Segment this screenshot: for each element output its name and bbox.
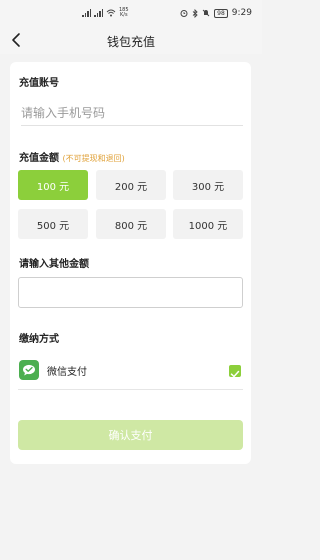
alarm-icon [180,10,188,17]
nav-bar: 钱包充值 [0,28,262,54]
amount-option-800[interactable]: 800 元 [96,209,166,239]
sim-signal-icon [94,9,103,17]
wifi-icon [106,9,116,17]
account-section-title: 充值账号 [19,78,59,89]
wechat-glyph-icon [23,364,35,376]
amount-title: 充值金额 [19,153,59,164]
wechat-pay-checkbox[interactable] [229,365,241,378]
status-right: 98 9:29 [180,8,252,18]
sim-signal-icon [82,9,91,17]
phone-number-input[interactable] [21,100,243,126]
wechat-pay-icon [19,360,39,380]
checkmark-icon [230,370,240,378]
wechat-pay-label: 微信支付 [47,367,87,378]
recharge-card: 充值账号 充值金额 (不可提现和退回) 100 元 200 元 300 元 50… [10,62,251,464]
status-time: 9:29 [231,8,252,18]
battery-icon: 98 [214,8,228,18]
amount-option-1000[interactable]: 1000 元 [173,209,243,239]
amount-option-100[interactable]: 100 元 [18,170,88,200]
other-amount-title: 请输入其他金额 [19,259,89,270]
amount-option-500[interactable]: 500 元 [18,209,88,239]
page-title: 钱包充值 [106,35,155,49]
mute-icon [202,9,210,17]
amount-option-200[interactable]: 200 元 [96,170,166,200]
payment-section-title: 缴纳方式 [19,334,59,345]
net-speed-unit: K/s [119,12,128,18]
status-bar: 185 K/s 98 9:29 [0,0,262,28]
status-left: 185 K/s [82,8,129,18]
wechat-pay-option[interactable]: 微信支付 [18,358,243,390]
confirm-pay-button[interactable]: 确认支付 [18,420,243,450]
other-amount-input[interactable] [18,277,243,308]
amount-note: (不可提现和退回) [62,154,125,163]
amount-option-300[interactable]: 300 元 [173,170,243,200]
amount-section-title: 充值金额 (不可提现和退回) [19,149,125,164]
net-speed: 185 K/s [119,8,129,18]
bluetooth-icon [192,8,198,18]
